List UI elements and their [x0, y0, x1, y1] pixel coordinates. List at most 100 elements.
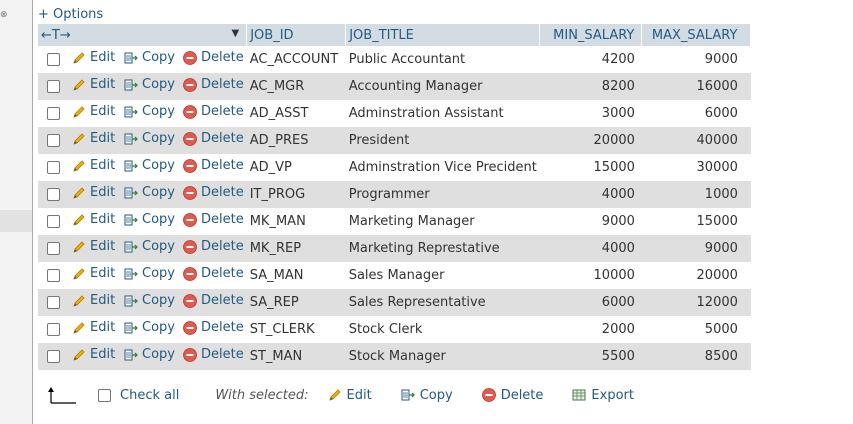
- job-id-cell[interactable]: SA_MAN: [246, 262, 346, 289]
- row-delete-button[interactable]: Delete: [182, 50, 244, 66]
- row-delete-button[interactable]: Delete: [182, 320, 244, 336]
- max-salary-cell[interactable]: 15000: [641, 208, 751, 235]
- column-header-max-salary[interactable]: MAX_SALARY: [641, 24, 752, 46]
- row-edit-button[interactable]: Edit: [71, 131, 115, 147]
- row-copy-button[interactable]: Copy: [123, 104, 175, 120]
- row-copy-button[interactable]: Copy: [123, 50, 175, 66]
- job-id-cell[interactable]: AD_PRES: [246, 127, 346, 154]
- row-edit-button[interactable]: Edit: [71, 239, 115, 255]
- min-salary-cell[interactable]: 10000: [539, 262, 642, 289]
- min-salary-cell[interactable]: 15000: [539, 154, 642, 181]
- row-checkbox[interactable]: [46, 350, 60, 363]
- job-id-cell[interactable]: ST_MAN: [246, 343, 346, 370]
- max-salary-cell[interactable]: 5000: [641, 316, 751, 343]
- min-salary-cell[interactable]: 4000: [539, 181, 642, 208]
- row-checkbox[interactable]: [46, 242, 60, 255]
- row-checkbox[interactable]: [46, 80, 60, 93]
- row-checkbox[interactable]: [46, 53, 60, 66]
- job-id-cell[interactable]: IT_PROG: [246, 181, 346, 208]
- min-salary-cell[interactable]: 6000: [539, 289, 642, 316]
- row-checkbox[interactable]: [46, 161, 60, 174]
- job-title-cell[interactable]: Sales Representative: [345, 289, 540, 316]
- min-salary-cell[interactable]: 2000: [539, 316, 642, 343]
- row-delete-button[interactable]: Delete: [182, 212, 244, 228]
- column-header-job-title[interactable]: JOB_TITLE: [345, 24, 541, 46]
- job-title-cell[interactable]: Sales Manager: [345, 262, 540, 289]
- column-header-min-salary[interactable]: MIN_SALARY: [539, 24, 643, 46]
- job-id-cell[interactable]: AD_VP: [246, 154, 346, 181]
- row-edit-button[interactable]: Edit: [71, 212, 115, 228]
- job-title-cell[interactable]: Programmer: [345, 181, 540, 208]
- row-copy-button[interactable]: Copy: [123, 212, 175, 228]
- sort-dropdown-icon[interactable]: ▼: [232, 28, 240, 39]
- job-title-cell[interactable]: Stock Manager: [345, 343, 540, 370]
- job-title-cell[interactable]: Public Accountant: [345, 46, 540, 73]
- max-salary-cell[interactable]: 8500: [641, 343, 751, 370]
- job-id-cell[interactable]: ST_CLERK: [246, 316, 346, 343]
- min-salary-cell[interactable]: 3000: [539, 100, 642, 127]
- row-checkbox[interactable]: [46, 269, 60, 282]
- check-all-checkbox[interactable]: [98, 388, 111, 402]
- row-edit-button[interactable]: Edit: [71, 50, 115, 66]
- row-copy-button[interactable]: Copy: [123, 293, 175, 309]
- job-id-cell[interactable]: MK_REP: [246, 235, 346, 262]
- bulk-copy-button[interactable]: Copy: [400, 387, 453, 403]
- options-toggle[interactable]: + Options: [38, 7, 103, 22]
- row-delete-button[interactable]: Delete: [182, 185, 244, 201]
- row-checkbox[interactable]: [46, 323, 60, 336]
- column-arrows-icon[interactable]: ←T→: [41, 28, 71, 43]
- row-copy-button[interactable]: Copy: [123, 185, 175, 201]
- row-edit-button[interactable]: Edit: [71, 266, 115, 282]
- row-delete-button[interactable]: Delete: [182, 131, 244, 147]
- row-checkbox[interactable]: [46, 215, 60, 228]
- row-delete-button[interactable]: Delete: [182, 158, 244, 174]
- row-edit-button[interactable]: Edit: [71, 185, 115, 201]
- min-salary-cell[interactable]: 20000: [539, 127, 642, 154]
- max-salary-cell[interactable]: 16000: [641, 73, 751, 100]
- row-checkbox[interactable]: [46, 107, 60, 120]
- job-title-cell[interactable]: President: [345, 127, 540, 154]
- row-edit-button[interactable]: Edit: [71, 104, 115, 120]
- max-salary-cell[interactable]: 30000: [641, 154, 751, 181]
- bulk-export-button[interactable]: Export: [571, 387, 634, 403]
- min-salary-cell[interactable]: 9000: [539, 208, 642, 235]
- row-delete-button[interactable]: Delete: [182, 77, 244, 93]
- max-salary-cell[interactable]: 1000: [641, 181, 751, 208]
- min-salary-cell[interactable]: 4200: [539, 46, 642, 73]
- row-edit-button[interactable]: Edit: [71, 293, 115, 309]
- job-title-cell[interactable]: Accounting Manager: [345, 73, 540, 100]
- max-salary-cell[interactable]: 9000: [641, 46, 751, 73]
- max-salary-cell[interactable]: 9000: [641, 235, 751, 262]
- job-id-cell[interactable]: AD_ASST: [246, 100, 346, 127]
- row-edit-button[interactable]: Edit: [71, 347, 115, 363]
- row-delete-button[interactable]: Delete: [182, 266, 244, 282]
- max-salary-cell[interactable]: 20000: [641, 262, 751, 289]
- job-title-cell[interactable]: Stock Clerk: [345, 316, 540, 343]
- row-edit-button[interactable]: Edit: [71, 158, 115, 174]
- row-checkbox[interactable]: [46, 134, 60, 147]
- row-delete-button[interactable]: Delete: [182, 239, 244, 255]
- column-header-job-id[interactable]: JOB_ID: [246, 24, 347, 46]
- job-id-cell[interactable]: SA_REP: [246, 289, 346, 316]
- row-copy-button[interactable]: Copy: [123, 239, 175, 255]
- min-salary-cell[interactable]: 4000: [539, 235, 642, 262]
- row-checkbox[interactable]: [46, 296, 60, 309]
- job-id-cell[interactable]: AC_ACCOUNT: [246, 46, 346, 73]
- min-salary-cell[interactable]: 8200: [539, 73, 642, 100]
- max-salary-cell[interactable]: 40000: [641, 127, 751, 154]
- row-checkbox[interactable]: [46, 188, 60, 201]
- job-title-cell[interactable]: Marketing Represtative: [345, 235, 540, 262]
- bulk-edit-button[interactable]: Edit: [327, 387, 372, 403]
- job-title-cell[interactable]: Marketing Manager: [345, 208, 540, 235]
- row-copy-button[interactable]: Copy: [123, 347, 175, 363]
- row-edit-button[interactable]: Edit: [71, 320, 115, 336]
- job-title-cell[interactable]: Adminstration Vice Precident: [345, 154, 540, 181]
- job-title-cell[interactable]: Adminstration Assistant: [345, 100, 540, 127]
- row-delete-button[interactable]: Delete: [182, 293, 244, 309]
- min-salary-cell[interactable]: 5500: [539, 343, 642, 370]
- check-all-label[interactable]: Check all: [120, 388, 179, 403]
- bulk-delete-button[interactable]: Delete: [481, 387, 543, 403]
- row-delete-button[interactable]: Delete: [182, 347, 244, 363]
- pin-icon[interactable]: ⊗: [0, 10, 8, 20]
- row-copy-button[interactable]: Copy: [123, 266, 175, 282]
